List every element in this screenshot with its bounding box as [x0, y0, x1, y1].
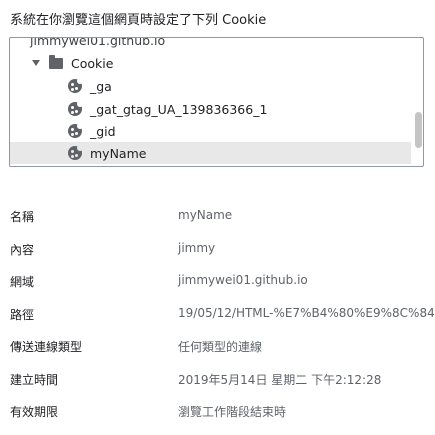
cookie-tree[interactable]: jimmywei01.github.io Cookie _ga _gat_gta… — [9, 37, 424, 167]
detail-label: 名稱 — [10, 210, 35, 224]
cookie-icon — [68, 78, 83, 93]
cookie-icon — [68, 123, 83, 138]
detail-row-path: 路徑 19/05/12/HTML-%E7%B4%80%E9%8C%84 — [10, 297, 435, 330]
detail-row-content: 內容 jimmy — [10, 232, 430, 265]
detail-label: 傳送連線類型 — [10, 340, 83, 354]
detail-value: myName — [178, 208, 233, 222]
detail-label: 網域 — [10, 275, 35, 289]
expand-triangle-icon[interactable] — [32, 60, 40, 66]
tree-item-cookie-selected[interactable]: myName — [10, 142, 411, 164]
detail-value: jimmywei01.github.io — [178, 273, 308, 287]
detail-value: 任何類型的連線 — [178, 340, 263, 354]
folder-label: Cookie — [71, 55, 114, 71]
cookie-label: _gid — [90, 123, 116, 139]
detail-label: 有效期限 — [10, 405, 59, 419]
cookie-icon — [68, 145, 83, 160]
cookie-label: _ga — [90, 78, 112, 94]
cookie-label: myName — [90, 145, 147, 161]
folder-icon — [49, 54, 63, 69]
detail-label: 路徑 — [10, 307, 35, 322]
cookie-label: _gat_gtag_UA_139836366_1 — [90, 101, 268, 117]
detail-label: 建立時間 — [10, 372, 59, 387]
tree-item-cookie-folder[interactable]: Cookie — [10, 52, 409, 74]
dialog-heading: 系統在你瀏覽這個網頁時設定了下列 Cookie — [10, 13, 267, 28]
site-label: jimmywei01.github.io — [30, 37, 166, 48]
detail-row-domain: 網域 jimmywei01.github.io — [10, 264, 430, 297]
detail-row-name: 名稱 myName — [10, 199, 430, 232]
detail-label: 內容 — [10, 242, 35, 257]
scrollbar-thumb[interactable] — [415, 112, 422, 148]
tree-item-site[interactable]: jimmywei01.github.io — [10, 37, 409, 51]
cookie-icon — [68, 101, 83, 116]
tree-item-cookie[interactable]: _gat_gtag_UA_139836366_1 — [10, 98, 409, 120]
cookie-details: 名稱 myName 內容 jimmy 網域 jimmywei01.github.… — [10, 199, 435, 427]
tree-item-cookie[interactable]: _ga — [10, 75, 409, 97]
detail-row-expires: 有效期限 瀏覽工作階段結束時 — [10, 394, 430, 427]
detail-row-created: 建立時間 2019年5月14日 星期二 下午2:12:28 — [10, 362, 430, 395]
detail-value: jimmy — [178, 240, 216, 255]
tree-item-cookie[interactable]: _gid — [10, 120, 409, 142]
detail-value: 2019年5月14日 星期二 下午2:12:28 — [178, 372, 382, 387]
detail-value: 19/05/12/HTML-%E7%B4%80%E9%8C%84 — [178, 305, 435, 320]
detail-value: 瀏覽工作階段結束時 — [178, 405, 287, 419]
detail-row-send-for: 傳送連線類型 任何類型的連線 — [10, 329, 430, 362]
